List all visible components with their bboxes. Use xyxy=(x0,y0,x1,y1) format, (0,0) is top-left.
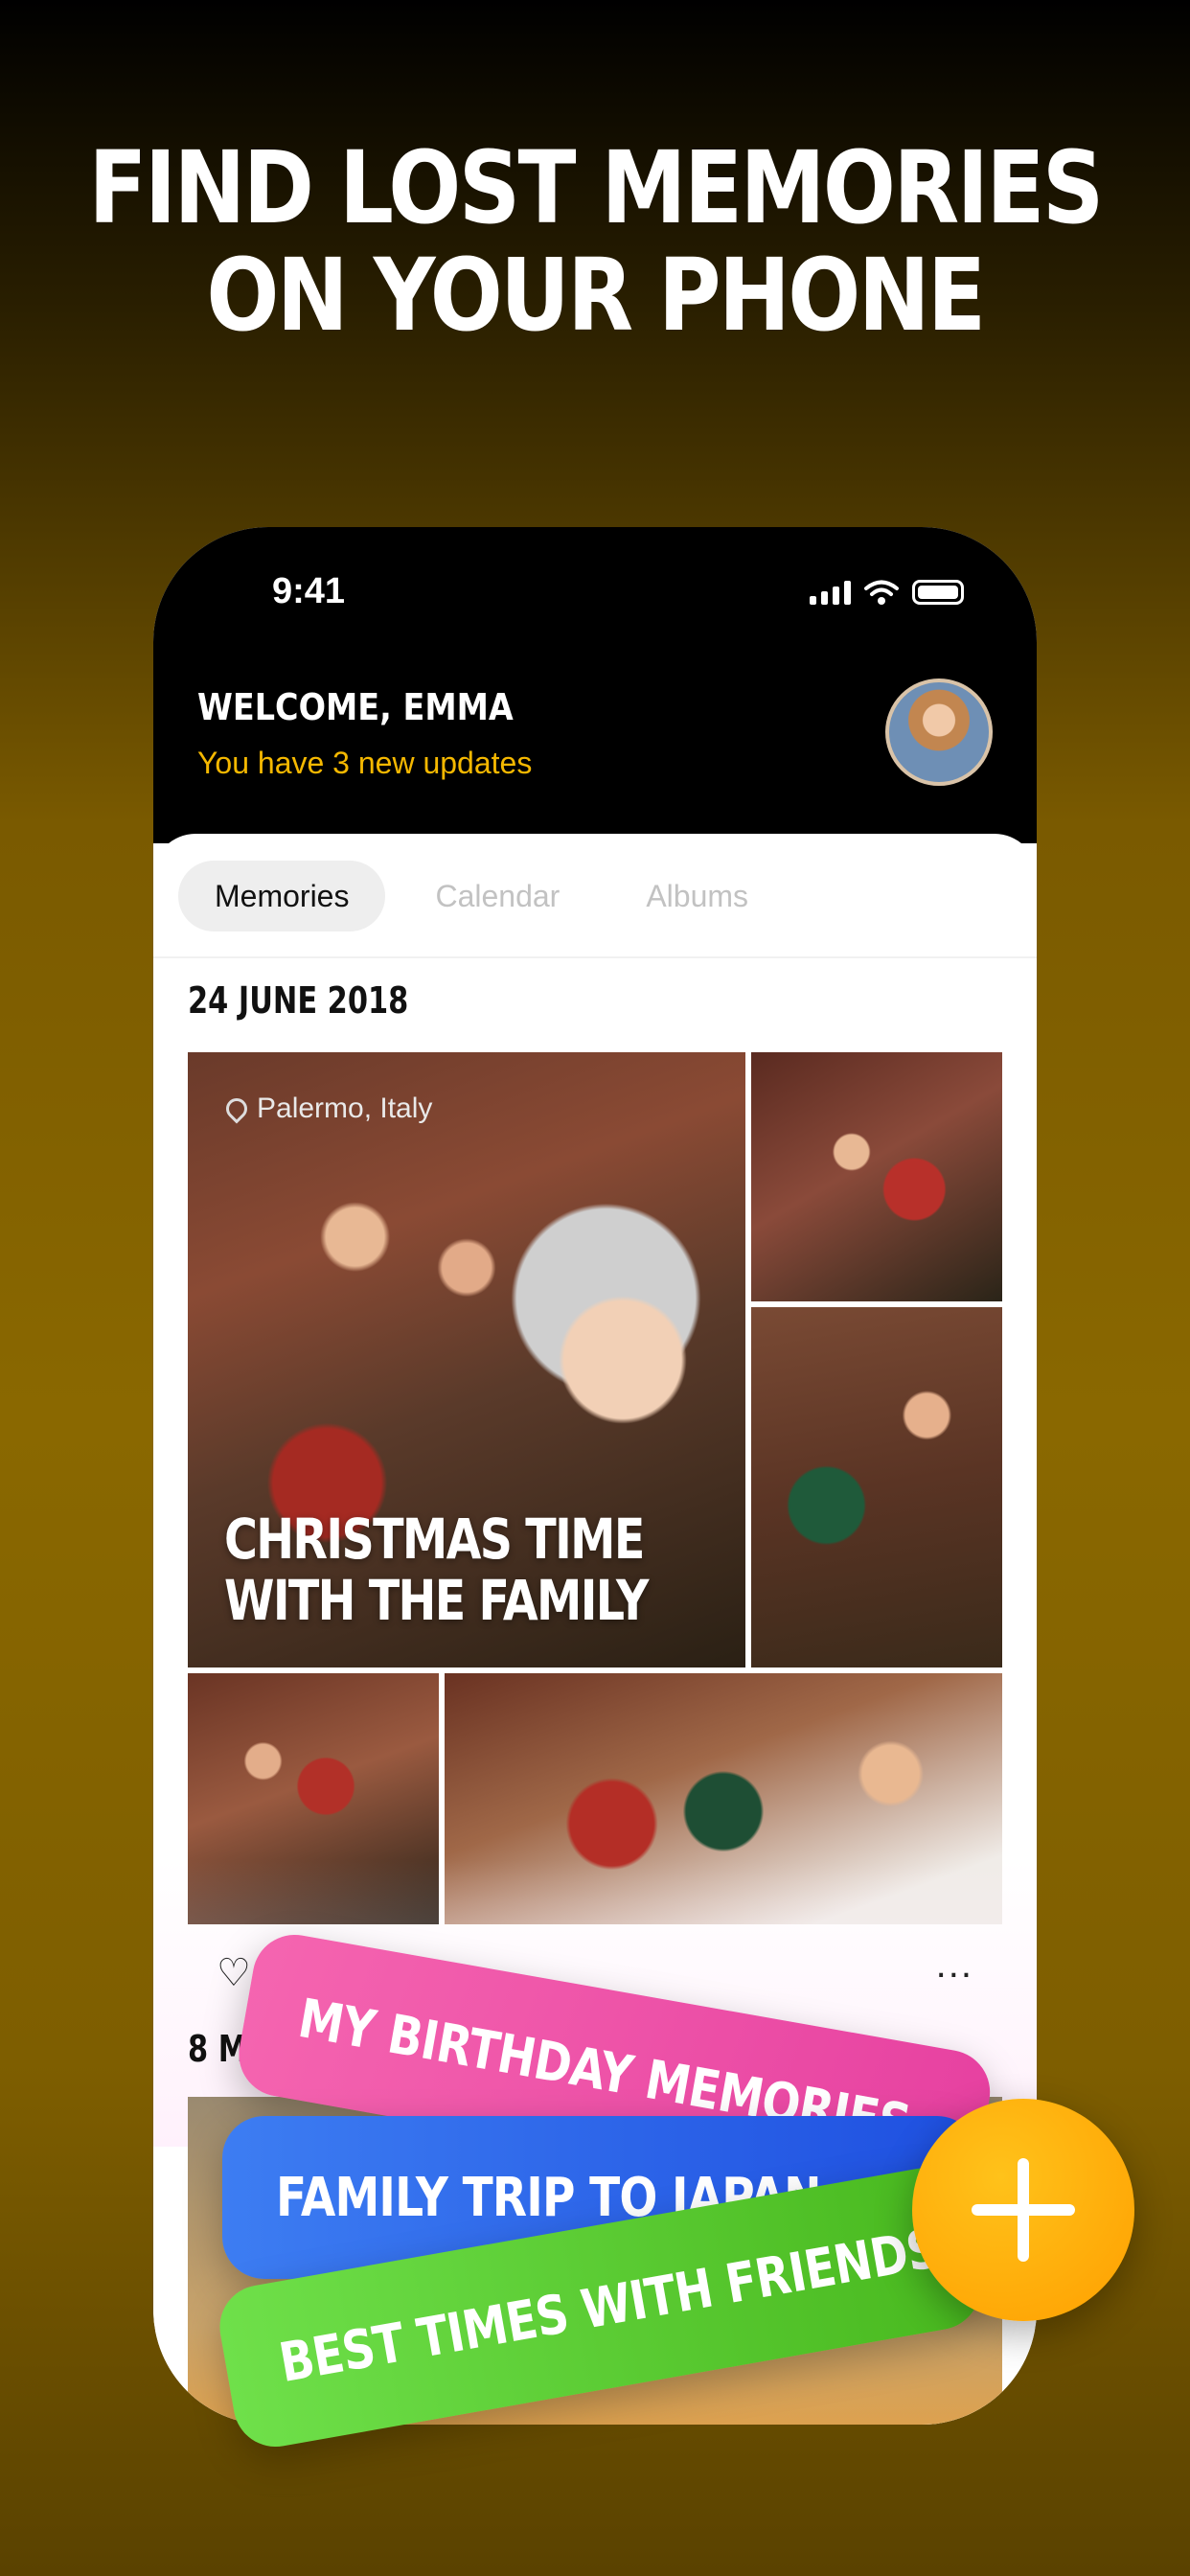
location-tag: Palermo, Italy xyxy=(221,1092,433,1125)
headline-line-2: ON YOUR PHONE xyxy=(206,237,986,354)
updates-link[interactable]: You have 3 new updates xyxy=(197,746,532,781)
wifi-icon xyxy=(864,580,899,605)
photo-grid: Palermo, Italy CHRISTMAS TIME WITH THE F… xyxy=(188,1052,1002,1926)
caption-line-2: WITH THE FAMILY xyxy=(224,1568,649,1633)
photo-main[interactable]: Palermo, Italy CHRISTMAS TIME WITH THE F… xyxy=(188,1052,745,1668)
tab-bar: Memories Calendar Albums xyxy=(178,861,785,932)
caption-line-1: CHRISTMAS TIME xyxy=(224,1506,645,1572)
signal-icon xyxy=(810,580,851,605)
location-pin-icon xyxy=(221,1093,252,1124)
headline: FIND LOST MEMORIES ON YOUR PHONE xyxy=(83,134,1107,349)
phone-header: 9:41 WELCOME, EMMA You have 3 new update… xyxy=(153,527,1037,843)
location-label: Palermo, Italy xyxy=(257,1092,433,1124)
photo-thumb[interactable] xyxy=(751,1052,1002,1301)
welcome-title: WELCOME, EMMA xyxy=(197,686,514,728)
divider xyxy=(153,956,1037,958)
status-time: 9:41 xyxy=(272,571,346,611)
battery-icon xyxy=(912,580,964,605)
avatar[interactable] xyxy=(885,678,993,786)
memory-caption: CHRISTMAS TIME WITH THE FAMILY xyxy=(224,1506,649,1633)
tab-memories[interactable]: Memories xyxy=(178,861,386,932)
status-icons xyxy=(810,579,964,606)
headline-line-1: FIND LOST MEMORIES xyxy=(88,129,1104,246)
heart-icon[interactable]: ♡ xyxy=(217,1951,251,1995)
memory-date: 24 JUNE 2018 xyxy=(188,979,409,1022)
tab-calendar[interactable]: Calendar xyxy=(399,861,596,932)
tab-albums[interactable]: Albums xyxy=(609,861,785,932)
photo-thumb[interactable] xyxy=(751,1307,1002,1668)
more-button[interactable]: ... xyxy=(936,1944,973,1987)
add-album-button[interactable] xyxy=(912,2099,1134,2321)
